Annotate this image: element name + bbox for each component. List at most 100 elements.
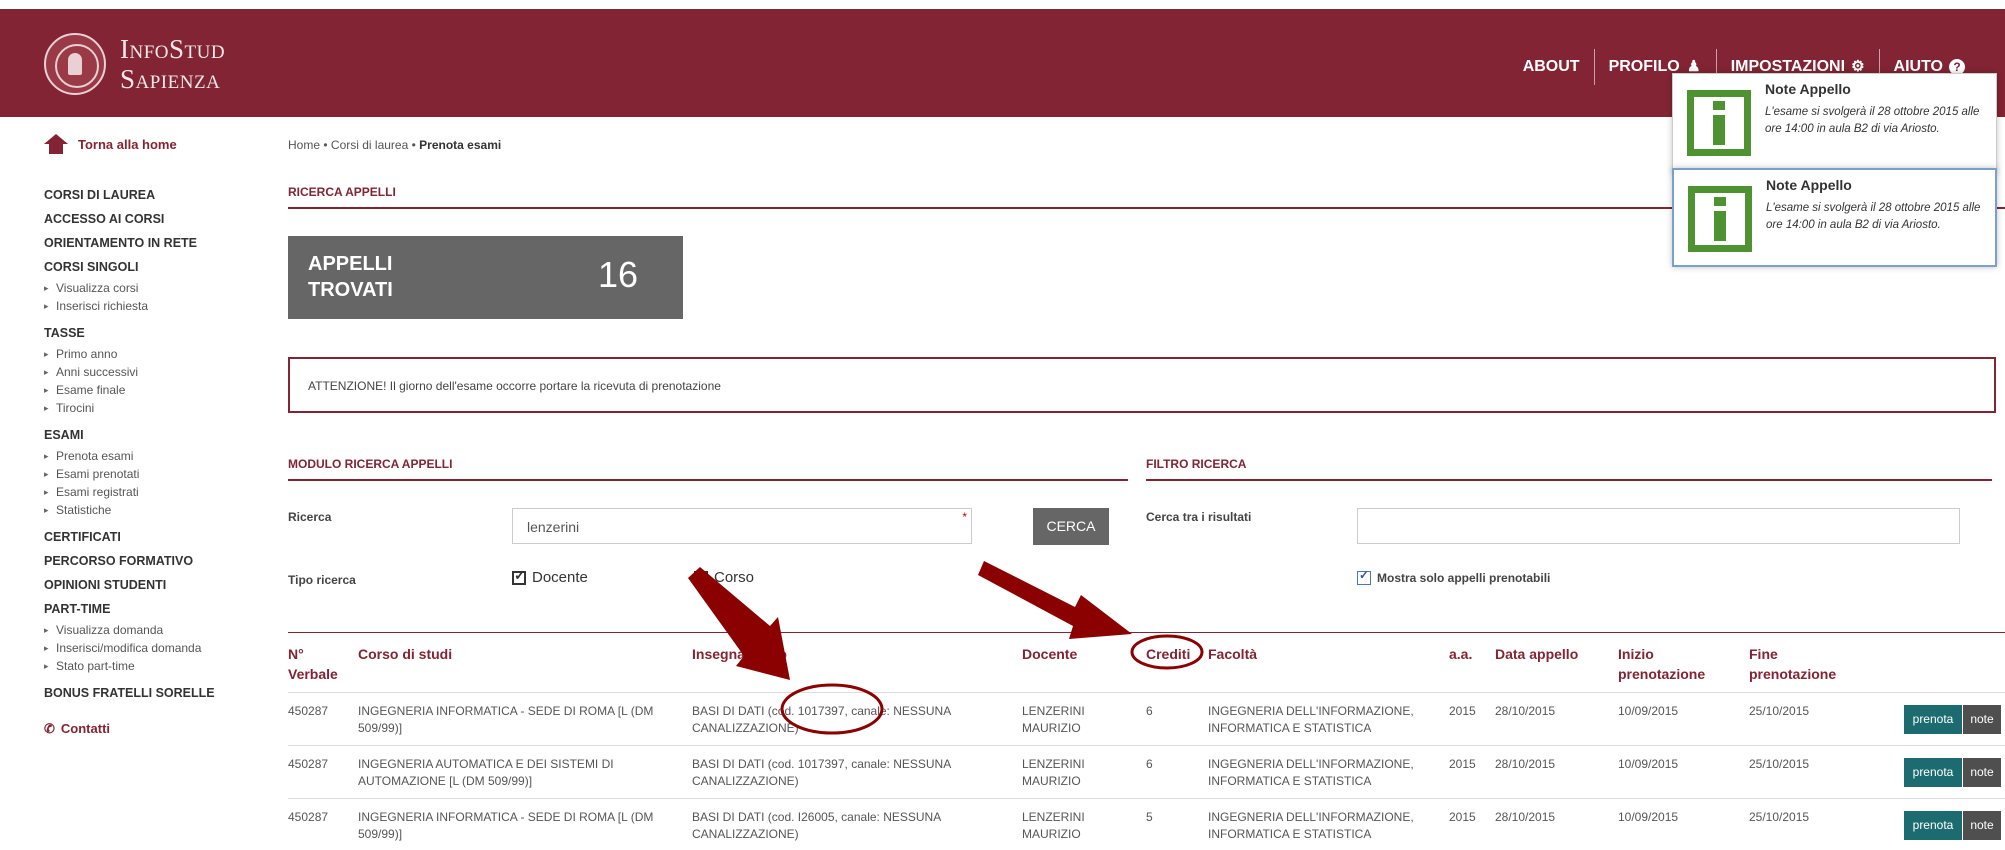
phone-icon: ✆	[44, 721, 55, 736]
sidebar-item-corsi-singoli[interactable]: CORSI SINGOLI	[44, 255, 274, 279]
prenota-button[interactable]: prenota	[1904, 705, 1962, 734]
breadcrumb-home[interactable]: Home	[288, 138, 320, 152]
sapienza-seal-icon	[44, 33, 106, 95]
brand-line-1: InfoStud	[120, 34, 226, 64]
sidebar-subitem-inserisci-richiesta[interactable]: Inserisci richiesta	[44, 297, 274, 315]
search-input-value: lenzerini	[527, 519, 580, 535]
sidebar-group-corsi-singoli: CORSI SINGOLI Visualizza corsi Inserisci…	[44, 255, 274, 315]
sidebar-item-percorso-formativo[interactable]: PERCORSO FORMATIVO	[44, 549, 274, 573]
nav-about[interactable]: ABOUT	[1509, 53, 1594, 81]
info-icon	[1688, 186, 1752, 252]
exam-alert: ATTENZIONE! Il giorno dell'esame occorre…	[288, 357, 1996, 413]
sidebar-subitem-statistiche[interactable]: Statistiche	[44, 501, 274, 519]
sidebar-item-accesso-ai-corsi[interactable]: ACCESSO AI CORSI	[44, 207, 274, 231]
note-appello-popup: Note Appello L'esame si svolgerà il 28 o…	[1672, 73, 1997, 173]
checkbox-checked-icon	[512, 567, 526, 585]
table-row: 450287 INGEGNERIA INFORMATICA - SEDE DI …	[288, 693, 2005, 746]
prenota-button[interactable]: prenota	[1904, 758, 1962, 787]
cell-crediti: 5	[1146, 810, 1153, 824]
cell-docente: LENZERINI MAURIZIO	[1022, 704, 1085, 735]
sidebar-item-tasse[interactable]: TASSE	[44, 321, 274, 345]
cell-data: 28/10/2015	[1495, 757, 1556, 771]
row-actions: prenota note	[1904, 811, 2001, 840]
modulo-ricerca-title: MODULO RICERCA APPELLI	[288, 457, 1128, 481]
cell-facolta: INGEGNERIA DELL'INFORMAZIONE, INFORMATIC…	[1208, 810, 1414, 841]
sidebar-item-esami[interactable]: ESAMI	[44, 423, 274, 447]
sidebar-item-part-time[interactable]: PART-TIME	[44, 597, 274, 621]
cell-aa: 2015	[1449, 810, 1476, 824]
sidebar-item-certificati[interactable]: CERTIFICATI	[44, 525, 274, 549]
sidebar-subitem-visualizza-corsi[interactable]: Visualizza corsi	[44, 279, 274, 297]
cerca-button[interactable]: CERCA	[1033, 508, 1109, 545]
sidebar-subitem-primo-anno[interactable]: Primo anno	[44, 345, 274, 363]
breadcrumb-corsi[interactable]: Corsi di laurea	[331, 138, 408, 152]
appelli-count-box: APPELLI TROVATI 16	[288, 236, 683, 319]
note-button[interactable]: note	[1963, 758, 2001, 787]
cell-data: 28/10/2015	[1495, 704, 1556, 718]
col-header-crediti: Crediti	[1146, 646, 1191, 662]
cell-inizio: 10/09/2015	[1618, 704, 1679, 718]
sidebar-item-opinioni-studenti[interactable]: OPINIONI STUDENTI	[44, 573, 274, 597]
home-icon	[44, 134, 68, 154]
table-header: N° Verbale Corso di studi Insegnamento D…	[288, 633, 2005, 693]
table-row: 450287 INGEGNERIA INFORMATICA - SEDE DI …	[288, 799, 2005, 850]
appelli-count-label: APPELLI TROVATI	[308, 253, 393, 301]
sidebar-item-orientamento[interactable]: ORIENTAMENTO IN RETE	[44, 231, 274, 255]
brand-line-2: Sapienza	[120, 64, 221, 94]
cell-docente: LENZERINI MAURIZIO	[1022, 757, 1085, 788]
sidebar-subitem-tirocini[interactable]: Tirocini	[44, 399, 274, 417]
cell-crediti: 6	[1146, 704, 1153, 718]
breadcrumb-separator: •	[323, 138, 331, 152]
col-header-aa: a.a.	[1449, 646, 1473, 662]
sidebar-subitem-esami-registrati[interactable]: Esami registrati	[44, 483, 274, 501]
cell-corso: INGEGNERIA AUTOMATICA E DEI SISTEMI DI A…	[358, 757, 614, 788]
cell-insegnamento: BASI DI DATI (cod. 1017397, canale: NESS…	[692, 757, 951, 788]
sidebar: CORSI DI LAUREA ACCESSO AI CORSI ORIENTA…	[44, 183, 274, 737]
note-button[interactable]: note	[1963, 705, 2001, 734]
sidebar-group-esami: ESAMI Prenota esami Esami prenotati Esam…	[44, 423, 274, 519]
col-header-verbale: N° Verbale	[288, 646, 338, 682]
appelli-table: N° Verbale Corso di studi Insegnamento D…	[288, 632, 2005, 850]
sidebar-subitem-visualizza-domanda[interactable]: Visualizza domanda	[44, 621, 274, 639]
prenota-button[interactable]: prenota	[1904, 811, 1962, 840]
col-header-corso: Corso di studi	[358, 646, 453, 662]
col-header-fine: Fine prenotazione	[1749, 646, 1837, 682]
tipo-ricerca-label: Tipo ricerca	[288, 573, 356, 587]
sidebar-subitem-anni-successivi[interactable]: Anni successivi	[44, 363, 274, 381]
cell-verbale: 450287	[288, 704, 329, 718]
mostra-prenotabili-checkbox[interactable]: Mostra solo appelli prenotabili	[1357, 568, 1550, 585]
breadcrumb-current: Prenota esami	[419, 138, 502, 152]
sidebar-subitem-prenota-esami[interactable]: Prenota esami	[44, 447, 274, 465]
sidebar-subitem-esami-prenotati[interactable]: Esami prenotati	[44, 465, 274, 483]
nav-profilo-label: PROFILO	[1608, 58, 1680, 75]
home-link[interactable]: Torna alla home	[44, 134, 177, 154]
brand-name: InfoStud Sapienza	[120, 34, 225, 94]
popup-text: L'esame si svolgerà il 28 ottobre 2015 a…	[1765, 106, 1980, 135]
popup-text: L'esame si svolgerà il 28 ottobre 2015 a…	[1766, 202, 1981, 231]
cell-aa: 2015	[1449, 704, 1476, 718]
sidebar-item-corsi-di-laurea[interactable]: CORSI DI LAUREA	[44, 183, 274, 207]
docente-checkbox[interactable]: Docente	[512, 567, 588, 586]
sidebar-subitem-esame-finale[interactable]: Esame finale	[44, 381, 274, 399]
cell-insegnamento: BASI DI DATI (cod. 1017397, canale: NESS…	[692, 704, 951, 735]
col-header-inizio: Inizio prenotazione	[1618, 646, 1706, 682]
home-link-label: Torna alla home	[78, 136, 177, 152]
cell-data: 28/10/2015	[1495, 810, 1556, 824]
cell-fine: 25/10/2015	[1749, 810, 1810, 824]
sidebar-subitem-stato-part-time[interactable]: Stato part-time	[44, 657, 274, 675]
cell-fine: 25/10/2015	[1749, 704, 1810, 718]
nav-about-label: ABOUT	[1522, 58, 1580, 75]
note-button[interactable]: note	[1963, 811, 2001, 840]
corso-checkbox[interactable]: Corso	[694, 569, 754, 586]
checkbox-checked-icon	[1357, 568, 1371, 585]
logo[interactable]: InfoStud Sapienza	[44, 33, 225, 95]
filtro-ricerca-title: FILTRO RICERCA	[1146, 457, 1992, 481]
filter-input[interactable]	[1357, 508, 1960, 544]
search-input[interactable]: lenzerini *	[512, 508, 972, 544]
cell-facolta: INGEGNERIA DELL'INFORMAZIONE, INFORMATIC…	[1208, 704, 1414, 735]
contacts-link[interactable]: ✆ Contatti	[44, 721, 274, 737]
sidebar-subitem-inserisci-domanda[interactable]: Inserisci/modifica domanda	[44, 639, 274, 657]
cell-verbale: 450287	[288, 757, 329, 771]
note-appello-popup: Note Appello L'esame si svolgerà il 28 o…	[1672, 168, 1997, 267]
sidebar-item-bonus-fratelli-sorelle[interactable]: BONUS FRATELLI SORELLE	[44, 681, 274, 705]
